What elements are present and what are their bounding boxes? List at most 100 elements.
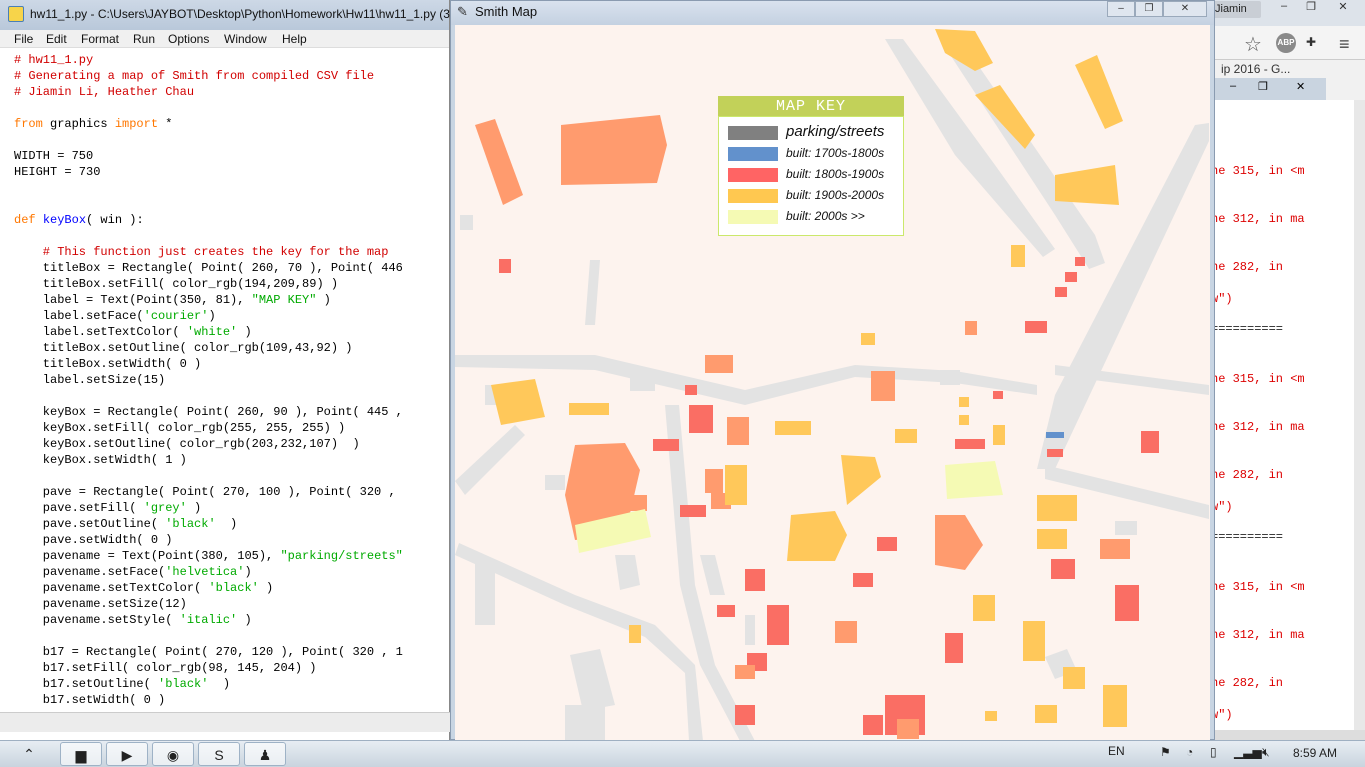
building [1063, 667, 1085, 689]
shell-output-line: he 312, in ma [1211, 420, 1305, 434]
map-maximize-button[interactable]: ❐ [1135, 1, 1163, 17]
map-key-title: MAP KEY [718, 96, 904, 116]
menu-edit[interactable]: Edit [46, 32, 67, 46]
code-line: keyBox.setFill( color_rgb(255, 255, 255)… [14, 421, 346, 435]
street [700, 555, 725, 595]
shell-titlebar[interactable]: – ❐ ✕ [1206, 78, 1326, 100]
menu-run[interactable]: Run [133, 32, 155, 46]
building [1047, 449, 1063, 457]
building [945, 461, 1003, 499]
building [685, 385, 697, 395]
building [735, 705, 755, 725]
building [1055, 165, 1119, 205]
battery-icon[interactable]: ▯ [1210, 745, 1217, 759]
code-editor[interactable]: # hw11_1.py # Generating a map of Smith f… [0, 52, 450, 712]
building [853, 573, 873, 587]
code-line: b17 = Rectangle( Point( 270, 120 ), Poin… [14, 645, 403, 659]
building [745, 569, 765, 591]
flag-icon[interactable]: ⚑ [1160, 745, 1171, 759]
code-line: keyBox.setOutline( color_rgb(203,232,107… [14, 437, 360, 451]
building [1023, 621, 1045, 661]
chrome-icon[interactable]: ◉ [152, 742, 194, 766]
idle-editor-window[interactable]: hw11_1.py - C:\Users\JAYBOT\Desktop\Pyth… [0, 0, 450, 740]
shell-output-line: he 315, in <m [1211, 372, 1305, 386]
language-indicator[interactable]: EN [1108, 744, 1125, 758]
shell-close-button[interactable]: ✕ [1296, 80, 1305, 93]
building [1055, 287, 1067, 297]
built-1800s-swatch [728, 168, 778, 182]
shell-scrollbar[interactable] [1354, 100, 1365, 730]
network-share-icon[interactable]: ◔ [1186, 745, 1193, 759]
map-titlebar[interactable]: ✎ Smith Map [451, 1, 1214, 25]
shell-maximize-button[interactable]: ❐ [1258, 80, 1268, 93]
menu-window[interactable]: Window [224, 32, 267, 46]
signal-icon[interactable]: ▁▃▅ [1234, 745, 1262, 759]
shell-minimize-button[interactable]: – [1230, 80, 1236, 92]
browser-status-area [1206, 730, 1365, 740]
map-minimize-button[interactable]: – [1107, 1, 1135, 17]
building [1141, 431, 1159, 453]
volume-muted-icon[interactable]: 🔇︎ [1262, 745, 1270, 760]
building [569, 403, 609, 415]
building [871, 371, 895, 401]
python-icon[interactable]: ♟ [244, 742, 286, 766]
adblock-icon[interactable]: ABP [1276, 33, 1296, 53]
media-player-icon[interactable]: ▶ [106, 742, 148, 766]
smith-map-window[interactable]: ✎ Smith Map – ❐ ✕ MAP KEY parking/street… [450, 0, 1215, 741]
menu-file[interactable]: File [14, 32, 33, 46]
parking-streets-label: parking/streets [786, 123, 885, 140]
clock[interactable]: 8:59 AM [1293, 746, 1337, 760]
map-close-button[interactable]: ✕ [1163, 1, 1207, 17]
file-explorer-icon[interactable]: ▆ [60, 742, 102, 766]
shell-output-line: he 282, in [1211, 260, 1284, 274]
building [985, 711, 997, 721]
building [973, 595, 995, 621]
building [705, 355, 733, 373]
building [1051, 559, 1075, 579]
maximize-button[interactable]: ❐ [1298, 0, 1324, 18]
code-line: def keyBox( win ): [14, 213, 144, 227]
street [745, 615, 755, 645]
browser-window[interactable]: Jiamin – ❐ ✕ ☆ ABP ✚ ≡ ip 2016 - G... – … [1205, 0, 1365, 740]
horizontal-scrollbar[interactable] [0, 712, 450, 732]
map-key-box: parking/streets built: 1700s-1800s built… [718, 116, 904, 236]
skype-icon[interactable]: S [198, 742, 240, 766]
profile-button[interactable]: Jiamin [1211, 1, 1261, 18]
minimize-button[interactable]: – [1271, 0, 1297, 18]
code-line: pavename.setStyle( 'italic' ) [14, 613, 252, 627]
building [1046, 432, 1064, 438]
code-line: b17.setWidth( 0 ) [14, 693, 166, 707]
menu-icon[interactable]: ≡ [1339, 34, 1350, 55]
menu-help[interactable]: Help [282, 32, 307, 46]
close-button[interactable]: ✕ [1330, 0, 1356, 18]
building [877, 537, 897, 551]
street [460, 215, 473, 230]
show-hidden-icon[interactable]: ⌃ [8, 742, 50, 766]
code-line: from graphics import * [14, 117, 173, 131]
code-line: pavename.setSize(12) [14, 597, 187, 611]
code-line: titleBox.setOutline( color_rgb(109,43,92… [14, 341, 353, 355]
street [475, 560, 495, 625]
building [863, 715, 883, 735]
extension-icon[interactable]: ✚ [1306, 35, 1316, 49]
browser-tab-label[interactable]: ip 2016 - G... [1221, 62, 1290, 76]
menu-format[interactable]: Format [81, 32, 119, 46]
shell-output[interactable]: he 315, in <m he 312, in ma he 282, in w") =… [1206, 100, 1356, 740]
map-canvas[interactable]: MAP KEY parking/streets built: 1700s-180… [455, 25, 1210, 741]
building [1035, 705, 1057, 723]
shell-output-line: he 315, in <m [1211, 580, 1305, 594]
bookmark-star-icon[interactable]: ☆ [1244, 32, 1262, 57]
built-1900s-label: built: 1900s-2000s [786, 188, 885, 202]
code-line: label = Text(Point(350, 81), "MAP KEY" ) [14, 293, 331, 307]
buildings-1700s [1046, 432, 1064, 438]
idle-titlebar[interactable]: hw11_1.py - C:\Users\JAYBOT\Desktop\Pyth… [0, 0, 450, 30]
building [1065, 272, 1077, 282]
code-line: pave.setOutline( 'black' ) [14, 517, 238, 531]
code-line: # hw11_1.py [14, 53, 94, 67]
menu-options[interactable]: Options [168, 32, 209, 46]
building [705, 469, 723, 493]
building [959, 415, 969, 425]
building [1075, 257, 1085, 266]
building [993, 391, 1003, 399]
built-1900s-swatch [728, 189, 778, 203]
